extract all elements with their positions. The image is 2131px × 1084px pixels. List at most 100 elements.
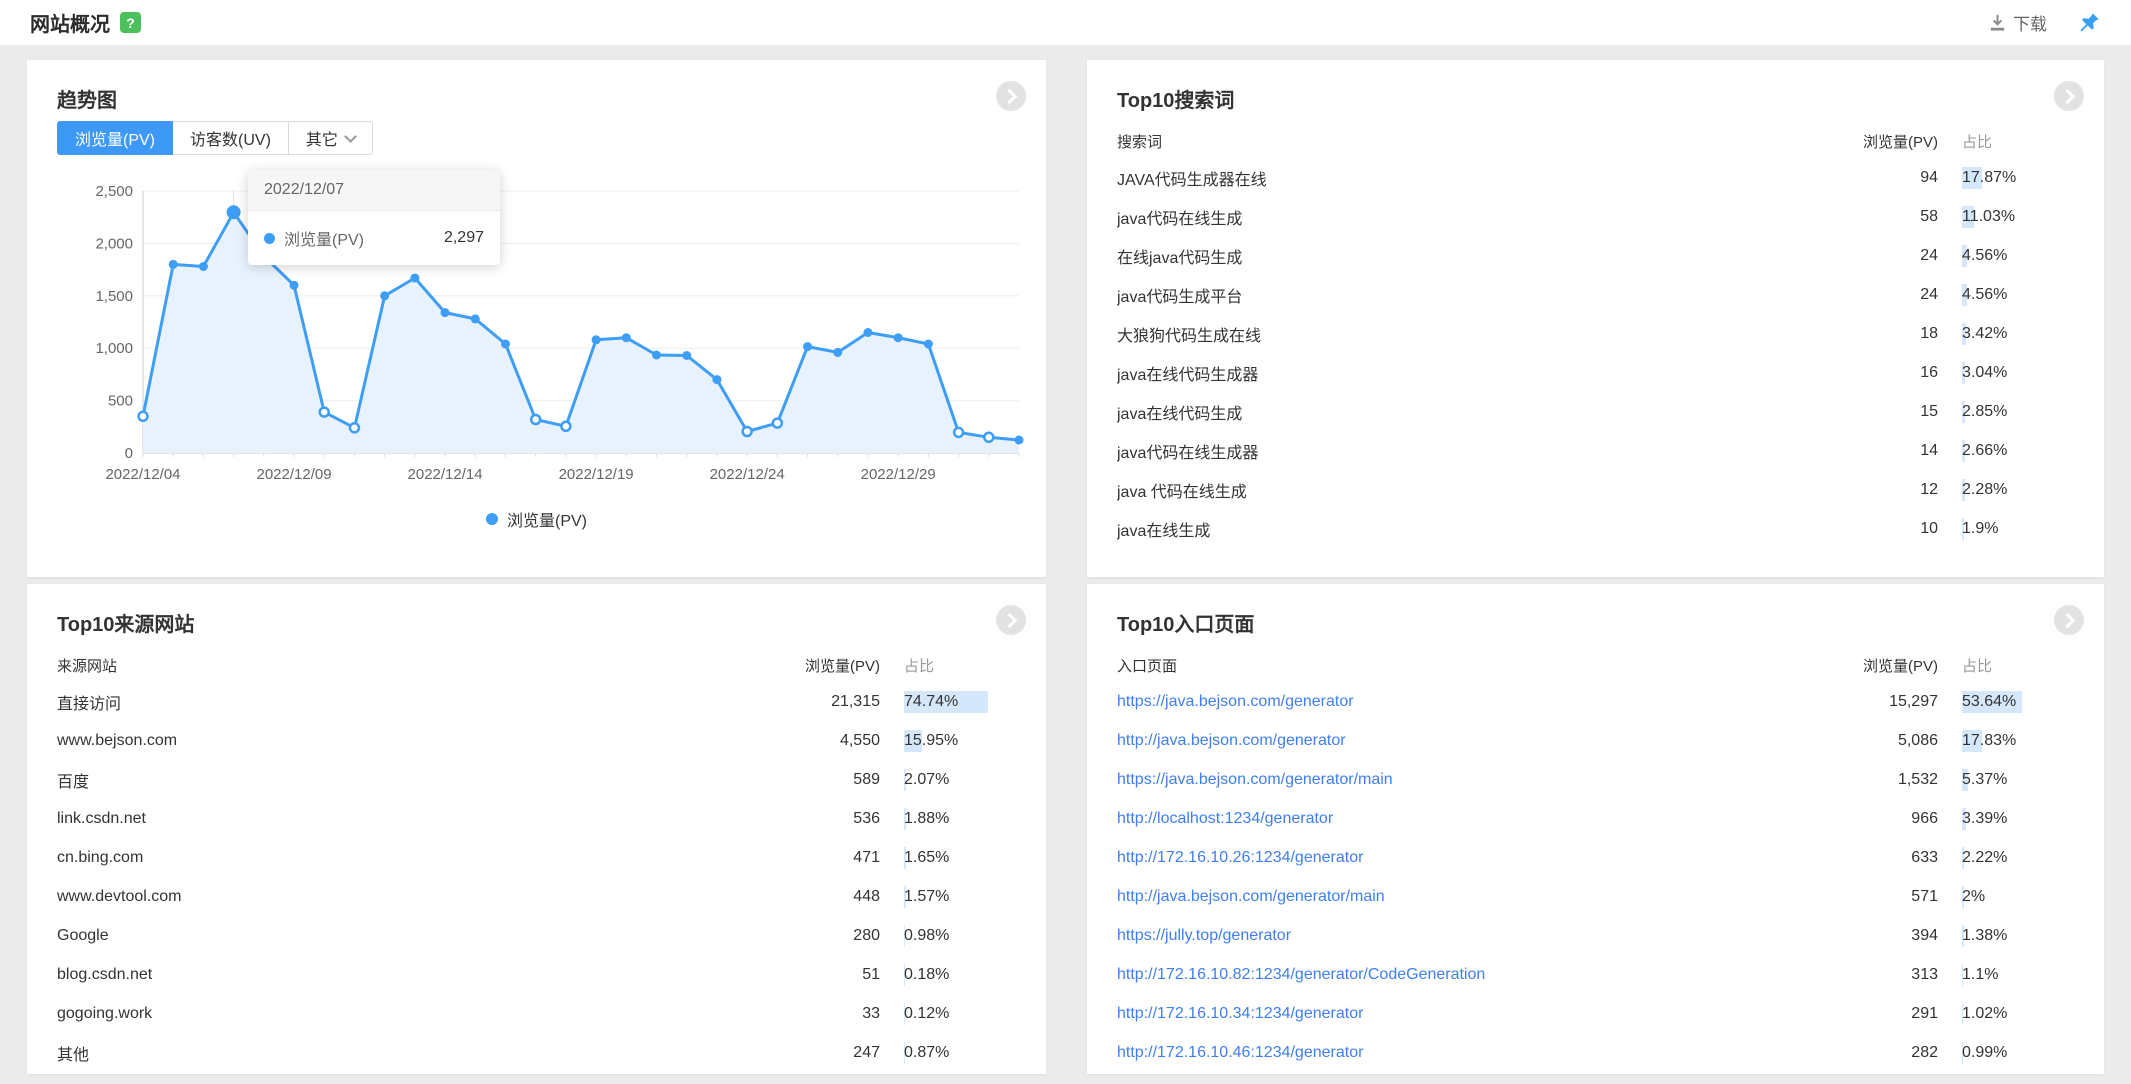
source-panel-title: Top10来源网站 — [57, 608, 194, 637]
data-point[interactable] — [169, 260, 178, 269]
row-name: java代码在线生成器 — [1117, 439, 1788, 463]
trend-chart-svg[interactable]: 05001,0001,5002,0002,5002022/12/042022/1… — [47, 178, 1037, 488]
trend-tab-other[interactable]: 其它 — [288, 121, 373, 155]
source-more-button[interactable] — [996, 605, 1026, 635]
pct-text: 0.99% — [1962, 1044, 2007, 1061]
trend-more-button[interactable] — [996, 81, 1026, 111]
row-name: java代码在线生成 — [1117, 205, 1788, 229]
search-panel: Top10搜索词 搜索词浏览量(PV)占比JAVA代码生成器在线9417.87%… — [1087, 60, 2104, 577]
data-point[interactable] — [410, 274, 419, 283]
table-row: https://jully.top/generator3941.38% — [1117, 916, 2074, 955]
data-point[interactable] — [139, 412, 148, 421]
data-point[interactable] — [773, 419, 782, 428]
data-point[interactable] — [924, 340, 933, 349]
trend-tabs: 浏览量(PV) 访客数(UV)其它 — [57, 121, 373, 155]
table-row: https://java.bejson.com/generator/main1,… — [1117, 760, 2074, 799]
data-point[interactable] — [803, 342, 812, 351]
data-point[interactable] — [652, 351, 661, 360]
entry-link[interactable]: https://java.bejson.com/generator — [1117, 693, 1788, 711]
pct-text: 1.65% — [904, 849, 949, 866]
row-name: www.bejson.com — [57, 732, 730, 750]
data-point[interactable] — [290, 281, 299, 290]
data-point[interactable] — [984, 433, 993, 442]
row-pv: 282 — [1788, 1044, 1938, 1062]
trend-tab-uv[interactable]: 访客数(UV) — [172, 121, 289, 155]
entry-link[interactable]: http://172.16.10.46:1234/generator — [1117, 1044, 1788, 1062]
entry-table: 入口页面浏览量(PV)占比https://java.bejson.com/gen… — [1117, 648, 2074, 1072]
col-name-header: 搜索词 — [1117, 131, 1788, 152]
table-row: java代码生成平台244.56% — [1117, 275, 2074, 314]
search-more-button[interactable] — [2054, 81, 2084, 111]
pct-text: 17.83% — [1962, 732, 2016, 749]
chevron-right-icon — [2060, 88, 2076, 104]
col-pv-header: 浏览量(PV) — [1788, 655, 1938, 676]
data-point[interactable] — [1015, 436, 1024, 445]
data-point[interactable] — [501, 340, 510, 349]
data-point[interactable] — [863, 328, 872, 337]
table-row: 大狼狗代码生成在线183.42% — [1117, 314, 2074, 353]
data-point[interactable] — [441, 308, 450, 317]
row-name: Google — [57, 927, 730, 945]
download-label: 下载 — [2013, 10, 2047, 35]
entry-link[interactable]: https://java.bejson.com/generator/main — [1117, 771, 1788, 789]
pct-text: 0.98% — [904, 927, 949, 944]
data-point[interactable] — [622, 333, 631, 342]
source-table: 来源网站浏览量(PV)占比直接访问21,31574.74%www.bejson.… — [57, 648, 1016, 1072]
chart-legend[interactable]: 浏览量(PV) — [27, 507, 1046, 531]
data-point[interactable] — [833, 348, 842, 357]
table-row: http://172.16.10.82:1234/generator/CodeG… — [1117, 955, 2074, 994]
data-point[interactable] — [471, 314, 480, 323]
table-row: java 代码在线生成122.28% — [1117, 470, 2074, 509]
col-pv-header: 浏览量(PV) — [1788, 131, 1938, 152]
pct-text: 15.95% — [904, 732, 958, 749]
entry-link[interactable]: http://172.16.10.26:1234/generator — [1117, 849, 1788, 867]
data-point[interactable] — [380, 291, 389, 300]
data-point[interactable] — [743, 427, 752, 436]
trend-panel: 趋势图 浏览量(PV)访客数(UV)其它 05001,0001,5002,000… — [27, 60, 1046, 577]
data-point[interactable] — [592, 335, 601, 344]
entry-more-button[interactable] — [2054, 605, 2084, 635]
data-point[interactable] — [894, 333, 903, 342]
data-point[interactable] — [712, 375, 721, 384]
data-point[interactable] — [199, 262, 208, 271]
data-point[interactable] — [350, 423, 359, 432]
x-axis-label: 2022/12/14 — [408, 466, 483, 483]
row-pv: 471 — [730, 849, 880, 867]
col-pv-header: 浏览量(PV) — [730, 655, 880, 676]
pin-icon[interactable] — [2077, 11, 2101, 35]
entry-panel: Top10入口页面 入口页面浏览量(PV)占比https://java.bejs… — [1087, 584, 2104, 1074]
row-pv: 448 — [730, 888, 880, 906]
entry-link[interactable]: http://java.bejson.com/generator/main — [1117, 888, 1788, 906]
entry-panel-title: Top10入口页面 — [1117, 608, 1254, 637]
pct-text: 74.74% — [904, 693, 958, 710]
trend-tab-pv[interactable]: 浏览量(PV) — [57, 121, 173, 155]
row-pct: 1.38% — [1962, 924, 2074, 948]
table-row: 在线java代码生成244.56% — [1117, 236, 2074, 275]
x-axis-label: 2022/12/19 — [559, 466, 634, 483]
table-row: java在线代码生成152.85% — [1117, 392, 2074, 431]
entry-link[interactable]: http://java.bejson.com/generator — [1117, 732, 1788, 750]
row-pct: 0.18% — [904, 963, 1016, 987]
pct-text: 2.28% — [1962, 481, 2007, 498]
entry-link[interactable]: https://jully.top/generator — [1117, 927, 1788, 945]
data-point[interactable] — [531, 415, 540, 424]
entry-link[interactable]: http://localhost:1234/generator — [1117, 810, 1788, 828]
data-point[interactable] — [320, 408, 329, 417]
table-row: java代码在线生成器142.66% — [1117, 431, 2074, 470]
download-button[interactable]: 下载 — [1988, 10, 2047, 35]
data-point[interactable] — [954, 428, 963, 437]
data-point[interactable] — [561, 422, 570, 431]
row-pct: 1.9% — [1962, 517, 2074, 541]
row-pv: 1,532 — [1788, 771, 1938, 789]
entry-link[interactable]: http://172.16.10.82:1234/generator/CodeG… — [1117, 966, 1788, 984]
entry-link[interactable]: http://172.16.10.34:1234/generator — [1117, 1005, 1788, 1023]
data-point[interactable] — [227, 205, 241, 219]
data-point[interactable] — [682, 351, 691, 360]
row-pct: 2.22% — [1962, 846, 2074, 870]
tab-label: 浏览量(PV) — [75, 126, 155, 150]
row-pct: 1.57% — [904, 885, 1016, 909]
pct-text: 11.03% — [1962, 208, 2015, 225]
row-pct: 1.65% — [904, 846, 1016, 870]
y-axis-label: 1,000 — [95, 340, 133, 357]
help-icon[interactable]: ? — [120, 12, 141, 33]
